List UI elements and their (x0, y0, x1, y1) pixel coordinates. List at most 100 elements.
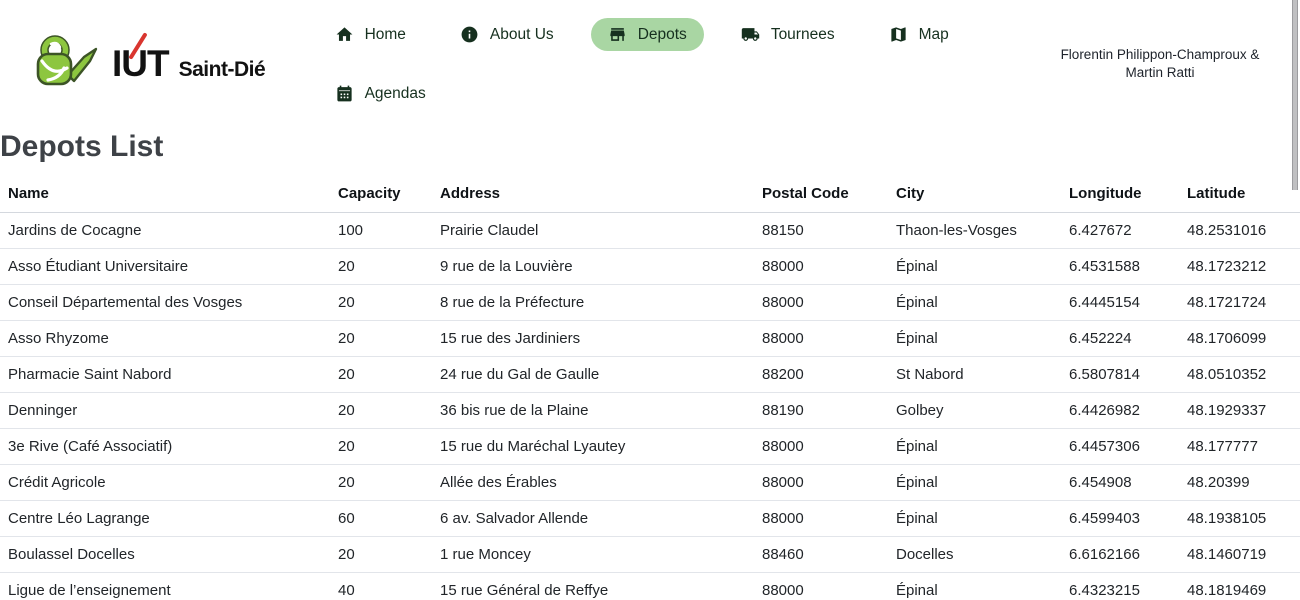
table-row: Ligue de l’enseignement4015 rue Général … (0, 573, 1300, 600)
cell-latitude: 48.20399 (1179, 465, 1300, 501)
cell-postal-code: 88150 (754, 213, 888, 249)
cell-postal-code: 88000 (754, 249, 888, 285)
cell-postal-code: 88190 (754, 393, 888, 429)
cell-name: Centre Léo Lagrange (0, 501, 330, 537)
app-header: IUT Saint-Dié Home About Us Depots Tournees… (0, 0, 1300, 128)
table-row: Jardins de Cocagne100Prairie Claudel8815… (0, 213, 1300, 249)
cell-address: Prairie Claudel (432, 213, 754, 249)
cell-postal-code: 88000 (754, 573, 888, 600)
table-row: Conseil Départemental des Vosges208 rue … (0, 285, 1300, 321)
main-nav: Home About Us Depots Tournees Map Agendas (265, 18, 1050, 110)
nav-item-label: Map (919, 26, 949, 44)
cell-address: 6 av. Salvador Allende (432, 501, 754, 537)
column-header-city: City (888, 175, 1061, 213)
main-content: Depots List NameCapacityAddressPostal Co… (0, 130, 1300, 600)
cell-longitude: 6.4445154 (1061, 285, 1179, 321)
cell-address: Allée des Érables (432, 465, 754, 501)
column-header-address: Address (432, 175, 754, 213)
cell-city: Épinal (888, 285, 1061, 321)
page-title: Depots List (0, 130, 1300, 163)
nav-item-label: Home (365, 26, 406, 44)
cell-longitude: 6.427672 (1061, 213, 1179, 249)
cell-longitude: 6.4457306 (1061, 429, 1179, 465)
table-row: Crédit Agricole20Allée des Érables88000É… (0, 465, 1300, 501)
cell-capacity: 20 (330, 249, 432, 285)
cell-latitude: 48.2531016 (1179, 213, 1300, 249)
cell-latitude: 48.1706099 (1179, 321, 1300, 357)
cell-address: 15 rue Général de Reffye (432, 573, 754, 600)
nav-item-depots[interactable]: Depots (591, 18, 704, 51)
truck-icon (741, 25, 760, 44)
cell-capacity: 20 (330, 465, 432, 501)
scrollbar-track[interactable] (1291, 0, 1300, 600)
cell-postal-code: 88000 (754, 429, 888, 465)
cell-postal-code: 88460 (754, 537, 888, 573)
table-row: Boulassel Docelles201 rue Moncey88460Doc… (0, 537, 1300, 573)
nav-item-home[interactable]: Home (318, 18, 423, 51)
cell-city: Épinal (888, 429, 1061, 465)
store-icon (608, 25, 627, 44)
cell-postal-code: 88000 (754, 465, 888, 501)
cell-capacity: 20 (330, 429, 432, 465)
cell-address: 9 rue de la Louvière (432, 249, 754, 285)
cell-address: 15 rue du Maréchal Lyautey (432, 429, 754, 465)
cell-postal-code: 88000 (754, 501, 888, 537)
cell-longitude: 6.5807814 (1061, 357, 1179, 393)
cell-name: Conseil Départemental des Vosges (0, 285, 330, 321)
logo[interactable]: IUT Saint-Dié (34, 35, 265, 94)
cell-longitude: 6.4531588 (1061, 249, 1179, 285)
nav-item-about-us[interactable]: About Us (443, 18, 571, 51)
cell-city: Épinal (888, 249, 1061, 285)
scrollbar-thumb[interactable] (1292, 0, 1298, 190)
calendar-icon (335, 84, 354, 103)
cell-name: Boulassel Docelles (0, 537, 330, 573)
cell-name: Asso Rhyzome (0, 321, 330, 357)
cell-address: 24 rue du Gal de Gaulle (432, 357, 754, 393)
cell-latitude: 48.1938105 (1179, 501, 1300, 537)
logo-iut-label: IUT (112, 43, 169, 85)
table-row: Denninger2036 bis rue de la Plaine88190G… (0, 393, 1300, 429)
table-row: Centre Léo Lagrange606 av. Salvador Alle… (0, 501, 1300, 537)
cell-address: 15 rue des Jardiniers (432, 321, 754, 357)
nav-item-label: Tournees (771, 26, 835, 44)
home-icon (335, 25, 354, 44)
nav-item-agendas[interactable]: Agendas (318, 77, 443, 110)
cell-address: 8 rue de la Préfecture (432, 285, 754, 321)
table-row: 3e Rive (Café Associatif)2015 rue du Mar… (0, 429, 1300, 465)
cell-postal-code: 88200 (754, 357, 888, 393)
cell-city: Thaon-les-Vosges (888, 213, 1061, 249)
cell-capacity: 20 (330, 285, 432, 321)
cell-address: 36 bis rue de la Plaine (432, 393, 754, 429)
cell-postal-code: 88000 (754, 285, 888, 321)
info-icon (460, 25, 479, 44)
cell-longitude: 6.4323215 (1061, 573, 1179, 600)
column-header-latitude: Latitude (1179, 175, 1300, 213)
cell-latitude: 48.1929337 (1179, 393, 1300, 429)
cell-city: St Nabord (888, 357, 1061, 393)
cell-longitude: 6.454908 (1061, 465, 1179, 501)
cell-address: 1 rue Moncey (432, 537, 754, 573)
cell-city: Épinal (888, 501, 1061, 537)
column-header-capacity: Capacity (330, 175, 432, 213)
cell-latitude: 48.1723212 (1179, 249, 1300, 285)
cell-capacity: 40 (330, 573, 432, 600)
column-header-name: Name (0, 175, 330, 213)
cell-capacity: 60 (330, 501, 432, 537)
cell-longitude: 6.4426982 (1061, 393, 1179, 429)
cell-city: Golbey (888, 393, 1061, 429)
cell-name: Denninger (0, 393, 330, 429)
cell-capacity: 100 (330, 213, 432, 249)
cell-latitude: 48.1721724 (1179, 285, 1300, 321)
nav-item-map[interactable]: Map (872, 18, 966, 51)
cell-city: Épinal (888, 573, 1061, 600)
logo-text: IUT Saint-Dié (112, 43, 265, 85)
cell-latitude: 48.177777 (1179, 429, 1300, 465)
cell-capacity: 20 (330, 321, 432, 357)
cell-latitude: 48.1460719 (1179, 537, 1300, 573)
nav-item-tournees[interactable]: Tournees (724, 18, 852, 51)
cell-latitude: 48.0510352 (1179, 357, 1300, 393)
column-header-longitude: Longitude (1061, 175, 1179, 213)
cell-city: Docelles (888, 537, 1061, 573)
cell-longitude: 6.6162166 (1061, 537, 1179, 573)
table-row: Asso Rhyzome2015 rue des Jardiniers88000… (0, 321, 1300, 357)
